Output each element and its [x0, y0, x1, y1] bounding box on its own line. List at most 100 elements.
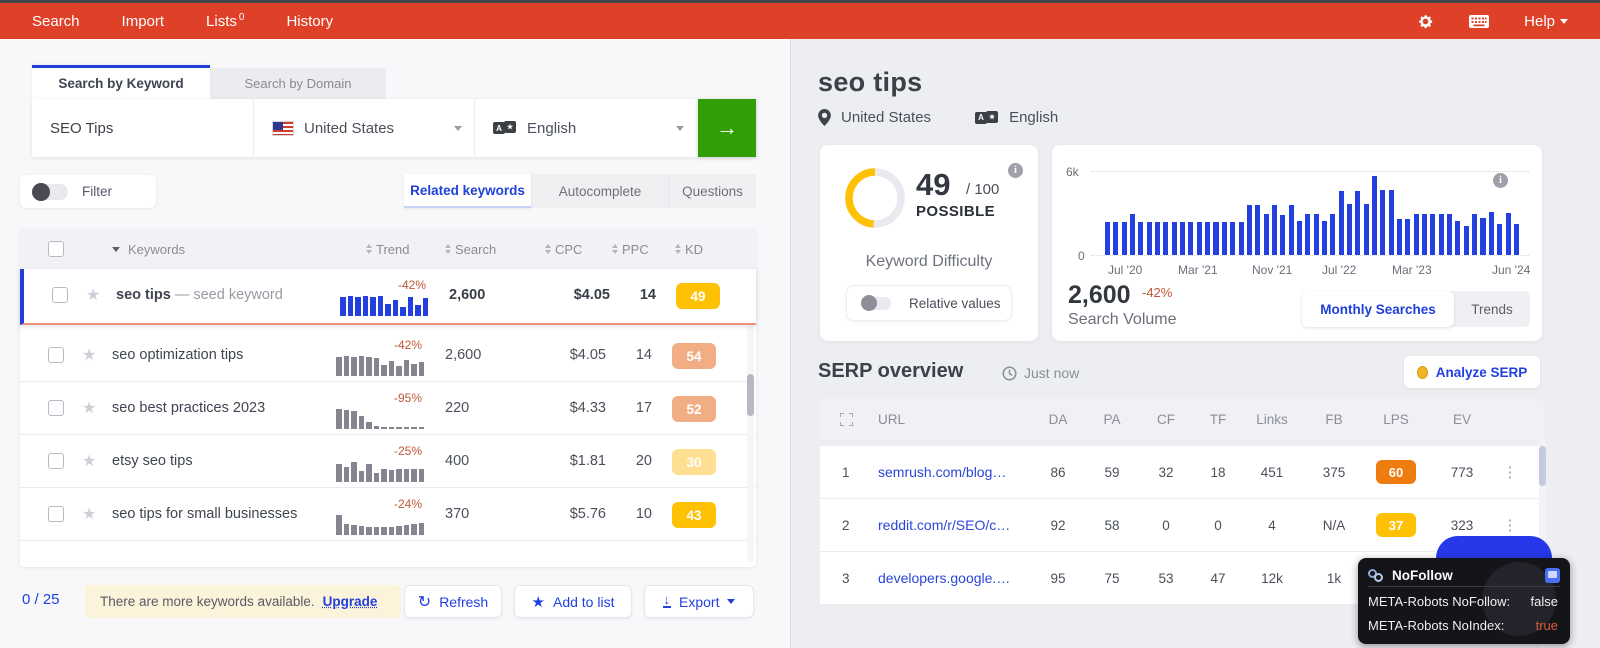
search-volume-cell: 400 — [445, 453, 470, 469]
keyword-cell: seo best practices 2023 — [112, 400, 266, 416]
search-volume-value: 2,600 — [1068, 281, 1131, 309]
header-trend[interactable]: Trend — [366, 229, 409, 269]
keyword-row[interactable]: ★ seo optimization tips -42% 2,600 $4.05… — [20, 329, 756, 382]
relative-values-label: Relative values — [909, 295, 1001, 311]
gear-icon[interactable] — [1417, 13, 1434, 30]
search-volume-cell: 370 — [445, 506, 470, 522]
ppc-cell: 14 — [639, 287, 656, 303]
tab-trends[interactable]: Trends — [1454, 302, 1530, 317]
header-fb: FB — [1325, 411, 1343, 427]
header-cpc[interactable]: CPC — [545, 229, 582, 269]
serp-url-link[interactable]: reddit.com/r/SEO/c… — [878, 517, 1010, 533]
da-cell: 86 — [1050, 464, 1066, 480]
relative-values-toggle-box[interactable]: Relative values — [846, 285, 1012, 321]
serp-url-link[interactable]: semrush.com/blog… — [878, 464, 1006, 480]
country-select[interactable]: United States — [254, 99, 475, 157]
x-tick-label: Jun '24 — [1492, 263, 1531, 277]
star-icon[interactable]: ★ — [82, 504, 96, 524]
link-chain-icon — [1368, 568, 1384, 583]
tab-related-keywords[interactable]: Related keywords — [404, 174, 531, 208]
serp-updated: Just now — [1002, 365, 1079, 381]
header-kd[interactable]: KD — [675, 229, 703, 269]
serp-url-link[interactable]: developers.google.… — [878, 570, 1010, 586]
relative-values-toggle[interactable] — [861, 294, 891, 311]
meta-country: United States — [841, 109, 932, 126]
keywords-scrollbar-thumb[interactable] — [747, 374, 754, 416]
star-icon[interactable]: ★ — [86, 285, 100, 305]
header-lps: LPS — [1383, 411, 1409, 427]
fb-cell: 1k — [1326, 570, 1342, 586]
header-ppc[interactable]: PPC — [612, 229, 649, 269]
tab-autocomplete[interactable]: Autocomplete — [531, 174, 668, 208]
sort-icon — [545, 244, 551, 254]
language-select[interactable]: A ★ English — [475, 99, 696, 157]
serp-table-header: URL DA PA CF TF Links FB LPS EV — [820, 398, 1544, 440]
tab-monthly-searches[interactable]: Monthly Searches — [1302, 291, 1454, 327]
star-icon[interactable]: ★ — [82, 451, 96, 471]
row-menu-icon[interactable]: ⋮ — [1500, 446, 1520, 498]
tooltip-title: NoFollow — [1392, 568, 1453, 583]
sort-desc-icon — [112, 246, 120, 252]
keywords-table: Keywords Trend Search CPC PPC KD ★ seo t… — [20, 229, 756, 611]
x-tick-label: Jul '22 — [1322, 263, 1357, 277]
row-checkbox[interactable] — [48, 400, 64, 416]
help-menu[interactable]: Help — [1524, 13, 1568, 30]
nav-search[interactable]: Search — [32, 13, 80, 30]
keywords-table-header: Keywords Trend Search CPC PPC KD — [20, 229, 756, 269]
top-nav: Search Import Lists 0 History Help — [0, 3, 1600, 39]
header-search[interactable]: Search — [445, 229, 496, 269]
search-volume-change: -42% — [1142, 285, 1173, 300]
keyword-cell: seo optimization tips — [112, 347, 244, 363]
location-pin-icon — [818, 109, 831, 126]
row-checkbox[interactable] — [48, 506, 64, 522]
refresh-button[interactable]: ↻ Refresh — [404, 585, 502, 618]
nav-lists-label: Lists — [206, 13, 237, 30]
nav-import[interactable]: Import — [122, 13, 165, 30]
header-keywords[interactable]: Keywords — [112, 229, 185, 269]
keyword-row-seed[interactable]: ★ seo tips — seed keyword -42% 2,600 $4.… — [20, 269, 756, 325]
keyword-row[interactable]: ★ etsy seo tips -25% 400 $1.81 20 30 — [20, 435, 756, 488]
header-cf: CF — [1157, 411, 1175, 427]
toggle-knob — [32, 182, 50, 201]
gridline — [1091, 255, 1529, 256]
keyword-cell: seo tips for small businesses — [112, 506, 298, 522]
row-checkbox[interactable] — [48, 453, 64, 469]
row-checkbox[interactable] — [52, 287, 68, 303]
keyword-row[interactable]: ★ seo tips for small businesses -24% 370… — [20, 488, 756, 541]
info-icon[interactable]: i — [1008, 163, 1023, 178]
trend-sparkline — [336, 354, 424, 376]
info-icon[interactable]: i — [1493, 173, 1508, 188]
expand-icon[interactable] — [840, 412, 853, 426]
keyboard-icon[interactable] — [1468, 14, 1490, 29]
row-checkbox[interactable] — [48, 347, 64, 363]
download-icon: ↓ — [662, 592, 672, 608]
x-tick-label: Mar '21 — [1178, 263, 1218, 277]
analyze-serp-button[interactable]: Analyze SERP — [1404, 356, 1540, 388]
submit-search-button[interactable]: → — [698, 99, 756, 157]
select-all-checkbox[interactable] — [48, 241, 64, 257]
keyword-query-input[interactable]: SEO Tips — [32, 99, 254, 157]
filter-toggle-box[interactable]: Filter — [20, 175, 156, 208]
star-icon[interactable]: ★ — [82, 345, 96, 365]
monthly-searches-chart — [1091, 171, 1529, 256]
upgrade-link[interactable]: Upgrade — [323, 594, 378, 609]
meta-language: English — [1009, 109, 1059, 126]
export-label: Export — [679, 593, 720, 610]
serp-scrollbar-thumb[interactable] — [1539, 446, 1546, 486]
keyword-cell: etsy seo tips — [112, 453, 193, 469]
tab-questions[interactable]: Questions — [668, 174, 756, 208]
kd-card-label: Keyword Difficulty — [865, 253, 993, 270]
filter-toggle[interactable] — [32, 182, 68, 201]
tooltip-row-value: true — [1535, 617, 1558, 633]
nav-history[interactable]: History — [286, 13, 333, 30]
notice-text: There are more keywords available. — [100, 594, 315, 609]
export-button[interactable]: ↓ Export — [644, 585, 754, 618]
tab-search-by-domain[interactable]: Search by Domain — [210, 68, 386, 99]
tab-search-by-keyword[interactable]: Search by Keyword — [32, 65, 210, 99]
star-icon[interactable]: ★ — [82, 398, 96, 418]
cpc-cell: $5.76 — [569, 506, 606, 522]
nav-lists[interactable]: Lists 0 — [206, 12, 244, 30]
sort-icon — [366, 244, 372, 254]
keyword-row[interactable]: ★ seo best practices 2023 -95% 220 $4.33… — [20, 382, 756, 435]
add-to-list-button[interactable]: ★ Add to list — [514, 585, 632, 618]
